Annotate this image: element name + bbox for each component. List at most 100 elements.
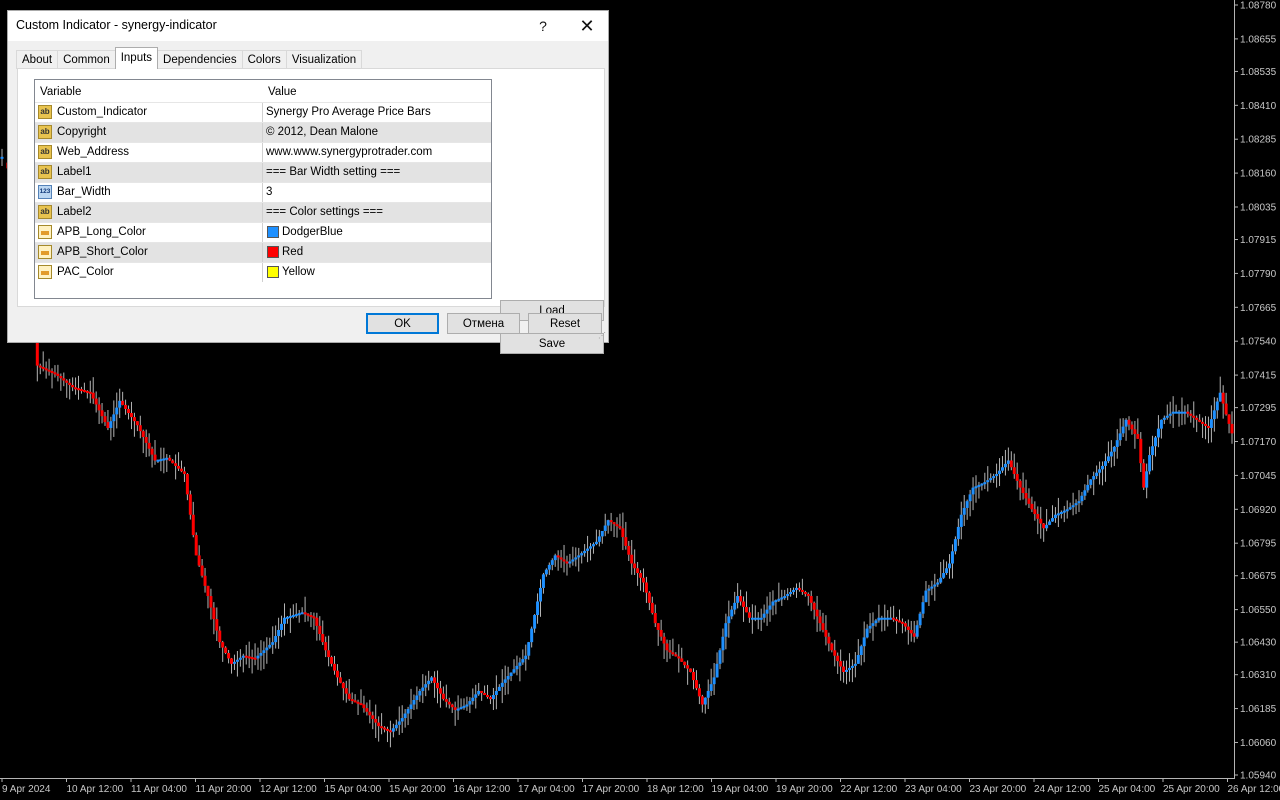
price-bar <box>577 555 581 558</box>
price-bar <box>1106 456 1110 462</box>
price-bar <box>1012 467 1016 475</box>
table-row[interactable]: ab Custom_Indicator Synergy Pro Average Pr… <box>35 102 491 122</box>
price-bar <box>453 707 457 710</box>
price-bar <box>512 669 516 673</box>
price-bar <box>368 711 372 716</box>
tab-dependencies[interactable]: Dependencies <box>157 50 243 69</box>
resize-grip-icon[interactable]: ⋰ <box>598 332 606 340</box>
tab-inputs[interactable]: Inputs <box>114 47 159 69</box>
price-bar <box>330 657 334 664</box>
price-bar <box>1065 509 1069 512</box>
price-bar <box>856 655 860 664</box>
price-bar <box>150 448 154 455</box>
price-bar <box>706 690 710 698</box>
table-row[interactable]: ab Copyright © 2012, Dean Malone <box>35 122 491 142</box>
price-bar <box>103 416 107 423</box>
value-cell[interactable]: © 2012, Dean Malone <box>263 123 491 142</box>
price-bar <box>483 692 487 696</box>
price-bar <box>197 555 201 566</box>
cancel-button[interactable]: Отмена <box>447 313 520 334</box>
price-bar <box>712 677 716 685</box>
price-bar <box>68 382 72 386</box>
price-bar <box>965 501 969 508</box>
price-bar <box>77 388 81 391</box>
price-bar <box>374 718 378 723</box>
price-bar <box>409 704 413 710</box>
price-bar <box>121 400 125 405</box>
price-bar <box>1051 518 1055 522</box>
time-tick-label: 9 Apr 2024 <box>2 784 51 795</box>
dialog-titlebar[interactable]: Custom Indicator - synergy-indicator ? ✕ <box>8 11 608 41</box>
variable-name: Bar_Width <box>57 186 111 198</box>
value-cell[interactable]: Red <box>263 243 491 262</box>
price-bar <box>724 623 728 637</box>
reset-button[interactable]: Reset <box>528 313 602 334</box>
price-bar <box>141 431 145 437</box>
price-bar <box>924 590 928 603</box>
value-cell[interactable]: 3 <box>263 183 491 202</box>
price-bar <box>627 545 631 555</box>
value-cell[interactable]: DodgerBlue <box>263 223 491 242</box>
ok-button[interactable]: OK <box>366 313 439 334</box>
price-tick-label: 1.06060 <box>1240 738 1277 749</box>
tab-about[interactable]: About <box>16 50 59 69</box>
string-type-icon: ab <box>38 165 52 179</box>
color-swatch[interactable] <box>267 226 279 238</box>
color-swatch[interactable] <box>267 246 279 258</box>
column-header-value[interactable]: Value <box>263 80 491 102</box>
value-cell[interactable]: === Bar Width setting === <box>263 163 491 182</box>
price-bar <box>633 563 637 569</box>
price-bar <box>639 573 643 578</box>
tab-common[interactable]: Common <box>57 50 116 69</box>
price-bar <box>768 605 772 610</box>
price-bar <box>191 514 195 536</box>
table-row[interactable]: ab Label2 === Color settings === <box>35 202 491 222</box>
close-button[interactable]: ✕ <box>564 11 610 41</box>
value-text: 3 <box>266 186 273 198</box>
price-bar <box>486 695 490 698</box>
price-bar <box>600 530 604 537</box>
table-row[interactable]: ab Label1 === Bar Width setting === <box>35 162 491 182</box>
price-bar <box>845 669 849 672</box>
price-bar <box>341 682 345 689</box>
table-row[interactable]: APB_Short_Color Red <box>35 242 491 262</box>
tab-colors[interactable]: Colors <box>241 50 287 69</box>
price-bar <box>1018 480 1022 488</box>
variable-cell: ab Custom_Indicator <box>35 103 263 122</box>
price-bar <box>94 398 98 405</box>
table-row[interactable]: 123 Bar_Width 3 <box>35 182 491 202</box>
time-tick-label: 12 Apr 12:00 <box>260 784 317 795</box>
price-bar <box>365 708 369 712</box>
tab-visualization[interactable]: Visualization <box>285 50 363 69</box>
value-cell[interactable]: Yellow <box>263 263 491 282</box>
price-bar <box>41 366 45 369</box>
value-cell[interactable]: Synergy Pro Average Price Bars <box>263 103 491 122</box>
variable-cell: ab Web_Address <box>35 143 263 162</box>
table-row[interactable]: APB_Long_Color DodgerBlue <box>35 222 491 242</box>
price-bar <box>494 690 498 696</box>
time-tick-label: 11 Apr 04:00 <box>131 784 187 795</box>
price-bar <box>544 569 548 575</box>
price-bar <box>744 606 748 613</box>
column-header-variable[interactable]: Variable <box>35 80 262 102</box>
price-bar <box>165 457 169 460</box>
table-row[interactable]: ab Web_Address www.www.synergyprotrader.co… <box>35 142 491 162</box>
help-icon: ? <box>539 18 547 34</box>
price-bar <box>636 568 640 574</box>
price-bar <box>188 494 192 515</box>
price-bar <box>694 680 698 689</box>
color-swatch[interactable] <box>267 266 279 278</box>
help-button[interactable]: ? <box>520 11 566 41</box>
price-bar <box>909 629 913 634</box>
save-button[interactable]: Save <box>500 333 604 354</box>
price-bar <box>897 620 901 623</box>
price-bar <box>1195 417 1199 420</box>
price-bar <box>521 659 525 663</box>
table-row[interactable]: PAC_Color Yellow <box>35 262 491 282</box>
value-cell[interactable]: === Color settings === <box>263 203 491 222</box>
price-bar <box>177 465 181 469</box>
price-bar <box>418 690 422 696</box>
price-bar <box>568 561 572 564</box>
value-cell[interactable]: www.www.synergyprotrader.com <box>263 143 491 162</box>
price-bar <box>874 620 878 624</box>
